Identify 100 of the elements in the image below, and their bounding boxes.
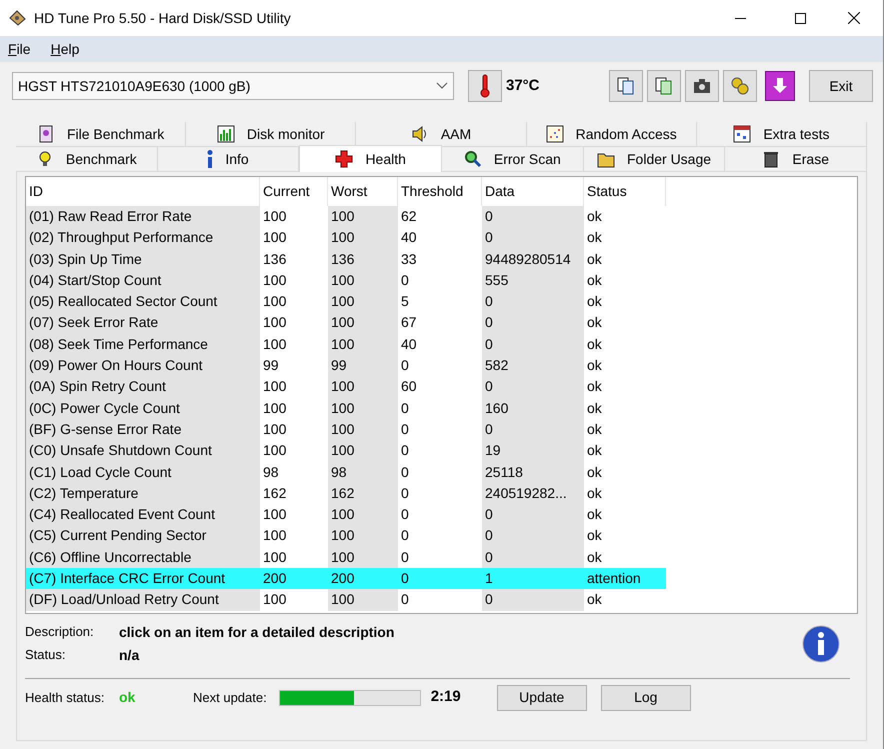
table-row[interactable]: (03) Spin Up Time 136 136 33 94489280514 ok [26,248,666,270]
toolbar-button[interactable] [685,70,719,102]
table-cell: (04) Start/Stop Count [26,270,260,292]
table-cell-text: 0 [400,569,410,588]
tab[interactable]: Health [299,145,442,172]
table-cell-text: 0 [400,526,410,546]
table-cell-text: ok [586,313,603,332]
table-cell: (09) Power On Hours Count [26,355,260,376]
table-cell: 0 [482,312,584,334]
footer-button[interactable]: Update [496,684,587,710]
thermometer-button[interactable] [468,70,502,102]
table-row[interactable]: (08) Seek Time Performance 100 100 40 0 ok [26,334,666,356]
health-status-label: Health status: [25,688,106,707]
table-cell-text: 200 [330,569,356,588]
table-cell: (C0) Unsafe Shutdown Count [26,440,260,462]
tab[interactable]: Random Access [526,122,697,147]
table-cell: 19 [482,440,584,462]
table-row[interactable]: (C0) Unsafe Shutdown Count 100 100 0 19 ok [26,440,666,462]
tab[interactable]: Benchmark [16,147,158,172]
column-header[interactable]: Status [584,177,666,206]
table-cell: 100 [328,312,398,334]
table-cell-text: ok [586,505,603,524]
table-row[interactable]: (C1) Load Cycle Count 98 98 0 25118 ok [26,462,666,483]
table-row[interactable]: (C5) Current Pending Sector 100 100 0 0 ok [26,525,666,547]
table-cell-text: ok [586,270,603,290]
table-cell: 94489280514 [482,248,584,270]
table-cell: 0 [482,504,584,526]
tab[interactable]: Erase [725,147,868,172]
table-cell: 100 [328,334,398,356]
exit-button[interactable]: Exit [809,70,873,102]
table-cell-text: ok [586,398,603,418]
countdown-text: 2:19 [430,687,461,708]
tab[interactable]: Folder Usage [584,147,726,172]
tab[interactable]: Disk monitor [186,122,356,147]
table-cell-text: ok [586,484,603,503]
table-row[interactable]: (02) Throughput Performance 100 100 40 0 ok [26,227,666,249]
menu-item[interactable]: File [8,38,31,60]
table-row[interactable]: (C7) Interface CRC Error Count 200 200 0 1 attention [26,568,666,590]
tab[interactable]: File Benchmark [16,122,186,147]
table-cell-text: ok [586,377,603,396]
table-cell: 0 [482,227,584,249]
camera-icon [692,76,712,96]
table-cell: (0C) Power Cycle Count [26,398,260,419]
table-row[interactable]: (05) Reallocated Sector Count 100 100 5 0 ok [26,291,666,312]
column-header[interactable]: Current [260,177,328,206]
table-cell-text: 100 [262,420,288,439]
table-cell-text: 100 [262,590,288,610]
table-cell-text: 33 [400,250,418,269]
description-label: Description: [25,623,95,641]
table-row[interactable]: (04) Start/Stop Count 100 100 0 555 ok [26,270,666,292]
footer-button[interactable]: Log [600,684,691,710]
toolbar-button[interactable] [647,70,681,102]
tab[interactable]: Error Scan [442,147,584,172]
drive-dropdown[interactable]: HGST HTS721010A9E630 (1000 gB) [12,72,454,100]
tab[interactable]: Extra tests [696,122,868,147]
table-row[interactable]: (DF) Load/Unload Retry Count 100 100 0 0 ok [26,589,666,611]
table-cell: (0A) Spin Retry Count [26,376,260,398]
gears-icon [730,76,750,96]
table-cell: (07) Seek Error Rate [26,312,260,334]
table-row[interactable]: (C2) Temperature 162 162 0 240519282... ok [26,482,666,504]
save-button[interactable] [765,71,795,101]
table-cell-text: 0 [400,356,410,376]
table-cell: 160 [482,398,584,419]
table-row[interactable]: (BF) G-sense Error Rate 100 100 0 0 ok [26,418,666,440]
calendar-icon [733,125,752,143]
table-cell-text: 1 [484,569,494,588]
table-cell-text: 0 [400,441,410,460]
window-title: HD Tune Pro 5.50 - Hard Disk/SSD Utility [34,8,291,28]
table-cell-text: ok [586,250,603,269]
file-icon [36,125,55,143]
menu-item[interactable]: Help [50,38,80,60]
table-cell-text: 100 [262,313,288,332]
table-cell-text: 100 [262,526,288,546]
table-cell-text: 100 [262,377,288,396]
table-row[interactable]: (0C) Power Cycle Count 100 100 0 160 ok [26,398,666,419]
toolbar-button[interactable] [723,70,757,102]
table-row[interactable]: (07) Seek Error Rate 100 100 67 0 ok [26,312,666,334]
table-cell-text: 0 [400,505,410,524]
table-cell-text: ok [586,207,603,226]
table-cell-text: 40 [400,228,418,248]
table-cell: (C6) Offline Uncorrectable [26,546,260,568]
medical-cross-icon [335,150,354,168]
info-icon[interactable] [802,625,840,663]
compare-icon [654,76,674,96]
table-row[interactable]: (01) Raw Read Error Rate 100 100 62 0 ok [26,206,666,228]
thermometer-icon [479,74,491,98]
table-row[interactable]: (0A) Spin Retry Count 100 100 60 0 ok [26,376,666,398]
tab[interactable]: Info [158,147,300,172]
table-cell-text: 100 [262,207,288,226]
health-status-value: ok [119,688,136,707]
table-cell-text: 0 [400,590,410,610]
table-row[interactable]: (C6) Offline Uncorrectable 100 100 0 0 ok [26,546,666,568]
search-icon [464,150,482,168]
toolbar-button[interactable] [609,70,643,102]
table-row[interactable]: (C4) Reallocated Event Count 100 100 0 0 ok [26,504,666,526]
table-row[interactable]: (09) Power On Hours Count 99 99 0 582 ok [26,355,666,376]
table-cell-text: ok [586,420,603,439]
table-cell-text: 60 [400,377,418,396]
table-cell: 136 [328,248,398,270]
column-header[interactable]: Threshold [398,177,482,206]
